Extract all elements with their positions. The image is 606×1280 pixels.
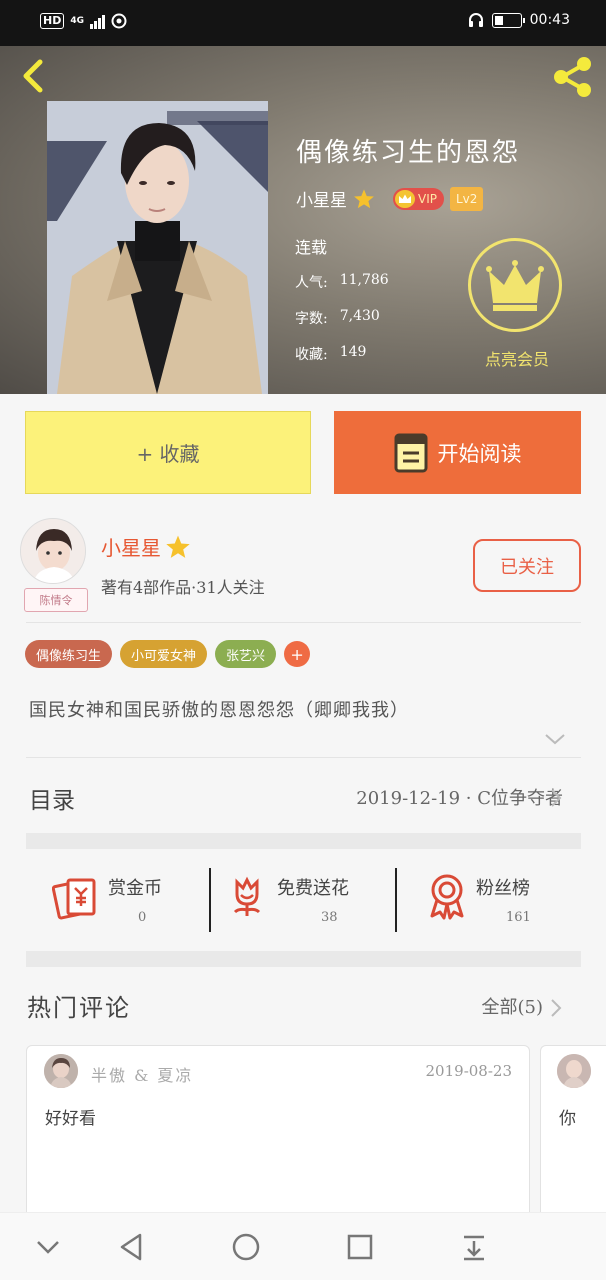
vip-promo-label: 点亮会员 <box>484 350 549 369</box>
book-icon <box>394 433 427 472</box>
author-name[interactable]: 小星星 <box>101 532 191 561</box>
comment-text: 你 <box>559 1109 576 1129</box>
comment-text: 好好看 <box>45 1109 96 1129</box>
stat-label: 字数: <box>295 311 328 327</box>
home-circle-icon[interactable] <box>230 1231 262 1263</box>
clock: 00:43 <box>529 12 570 28</box>
all-comments-link[interactable]: 全部(5) <box>482 993 544 1019</box>
start-reading-label: 开始阅读 <box>437 441 522 466</box>
serial-status: 连载 <box>295 238 328 257</box>
toc-label[interactable]: 目录 <box>29 781 75 815</box>
stat-value: 7,430 <box>339 308 380 324</box>
commenter-avatar[interactable] <box>44 1054 78 1088</box>
favorite-button[interactable]: + 收藏 <box>25 411 311 494</box>
add-tag-button[interactable]: + <box>284 641 311 667</box>
stat-count: 161 <box>506 910 531 925</box>
comment-card[interactable]: 你 <box>540 1045 606 1235</box>
stat-name: 粉丝榜 <box>476 878 530 899</box>
author-name-text: 小星星 <box>101 536 161 560</box>
comment-date: 2019-08-23 <box>425 1062 512 1080</box>
word-count-stat: 字数: 7,430 <box>295 308 380 328</box>
divider <box>395 868 397 932</box>
divider <box>26 622 581 623</box>
book-cover[interactable] <box>47 101 268 394</box>
send-flower-item[interactable]: 免费送花 38 <box>229 870 389 930</box>
book-header: 偶像练习生的恩怨 小星星 VIP Lv2 连载 人气: 11,786 字数: 7,4… <box>0 46 606 394</box>
author-summary: 著有4部作品·31人关注 <box>101 578 265 597</box>
comment-card[interactable]: 半傲 & 夏凉 2019-08-23 好好看 <box>26 1045 530 1235</box>
follow-button[interactable]: 已关注 <box>473 539 581 592</box>
flower-icon <box>233 876 261 916</box>
stat-count: 0 <box>138 910 147 925</box>
book-description: 国民女神和国民骄傲的恩恩怨怨（卿卿我我） <box>29 700 409 721</box>
avatar-tag: 陈情令 <box>24 588 88 612</box>
author-avatar[interactable] <box>20 518 86 584</box>
stat-label: 人气: <box>295 275 328 291</box>
recents-square-icon[interactable] <box>344 1231 376 1263</box>
follow-label: 已关注 <box>500 556 554 578</box>
notification-pull-icon[interactable] <box>458 1231 490 1263</box>
netease-icon <box>111 13 127 29</box>
collect-stat: 收藏: 149 <box>295 344 366 364</box>
crown-icon <box>486 260 544 311</box>
chevron-right-icon[interactable] <box>549 997 563 1019</box>
section-band <box>26 833 581 849</box>
crown-icon <box>395 189 415 208</box>
battery-icon <box>491 12 525 28</box>
hd-indicator: HD <box>40 13 65 29</box>
red-envelope-icon <box>52 878 96 920</box>
star-icon <box>166 535 190 558</box>
star-icon <box>354 188 374 208</box>
tag-list: 偶像练习生 小可爱女神 张艺兴 + <box>25 640 311 668</box>
stat-value: 149 <box>339 344 367 360</box>
system-nav-bar <box>0 1212 606 1280</box>
share-icon[interactable] <box>550 54 596 100</box>
chevron-left-icon[interactable] <box>14 56 54 96</box>
favorite-label: + 收藏 <box>136 442 200 466</box>
chevron-right-icon[interactable] <box>549 787 563 809</box>
divider <box>26 757 581 758</box>
headphones-icon <box>468 13 483 27</box>
hot-comments-title: 热门评论 <box>27 994 131 1022</box>
fan-ranking-item[interactable]: 粉丝榜 161 <box>428 870 578 930</box>
vip-badge: VIP <box>393 187 444 210</box>
back-triangle-icon[interactable] <box>116 1231 148 1263</box>
tag-item[interactable]: 偶像练习生 <box>25 640 113 668</box>
tip-coins-item[interactable]: 赏金币 0 <box>52 870 192 930</box>
commenter-avatar[interactable] <box>557 1054 591 1088</box>
stat-label: 收藏: <box>295 347 328 363</box>
chevron-down-icon[interactable] <box>32 1231 64 1263</box>
stat-name: 免费送花 <box>277 878 349 899</box>
commenter-name[interactable]: 半傲 & 夏凉 <box>91 1062 193 1086</box>
vip-promo-button[interactable] <box>468 238 562 332</box>
vip-label: VIP <box>418 191 437 206</box>
level-badge: Lv2 <box>449 186 484 211</box>
stat-name: 赏金币 <box>108 878 162 899</box>
start-reading-button[interactable]: 开始阅读 <box>334 411 581 494</box>
status-bar: HD 4G 00:43 <box>0 0 606 46</box>
tag-item[interactable]: 张艺兴 <box>215 640 277 668</box>
network-type: 4G <box>70 15 84 26</box>
header-author-name[interactable]: 小星星 <box>296 186 347 211</box>
book-title: 偶像练习生的恩怨 <box>296 138 521 168</box>
signal-icon <box>90 13 105 29</box>
tag-item[interactable]: 小可爱女神 <box>120 640 208 668</box>
header-author-row: 小星星 VIP Lv2 <box>296 186 484 211</box>
divider <box>209 868 211 932</box>
section-band <box>26 951 581 967</box>
popularity-stat: 人气: 11,786 <box>295 272 389 292</box>
medal-icon <box>430 874 464 920</box>
stat-count: 38 <box>321 910 338 925</box>
latest-chapter[interactable]: 2019-12-19 · C位争夺者 <box>356 784 563 810</box>
stat-value: 11,786 <box>339 272 389 288</box>
chevron-down-icon[interactable] <box>543 729 567 749</box>
